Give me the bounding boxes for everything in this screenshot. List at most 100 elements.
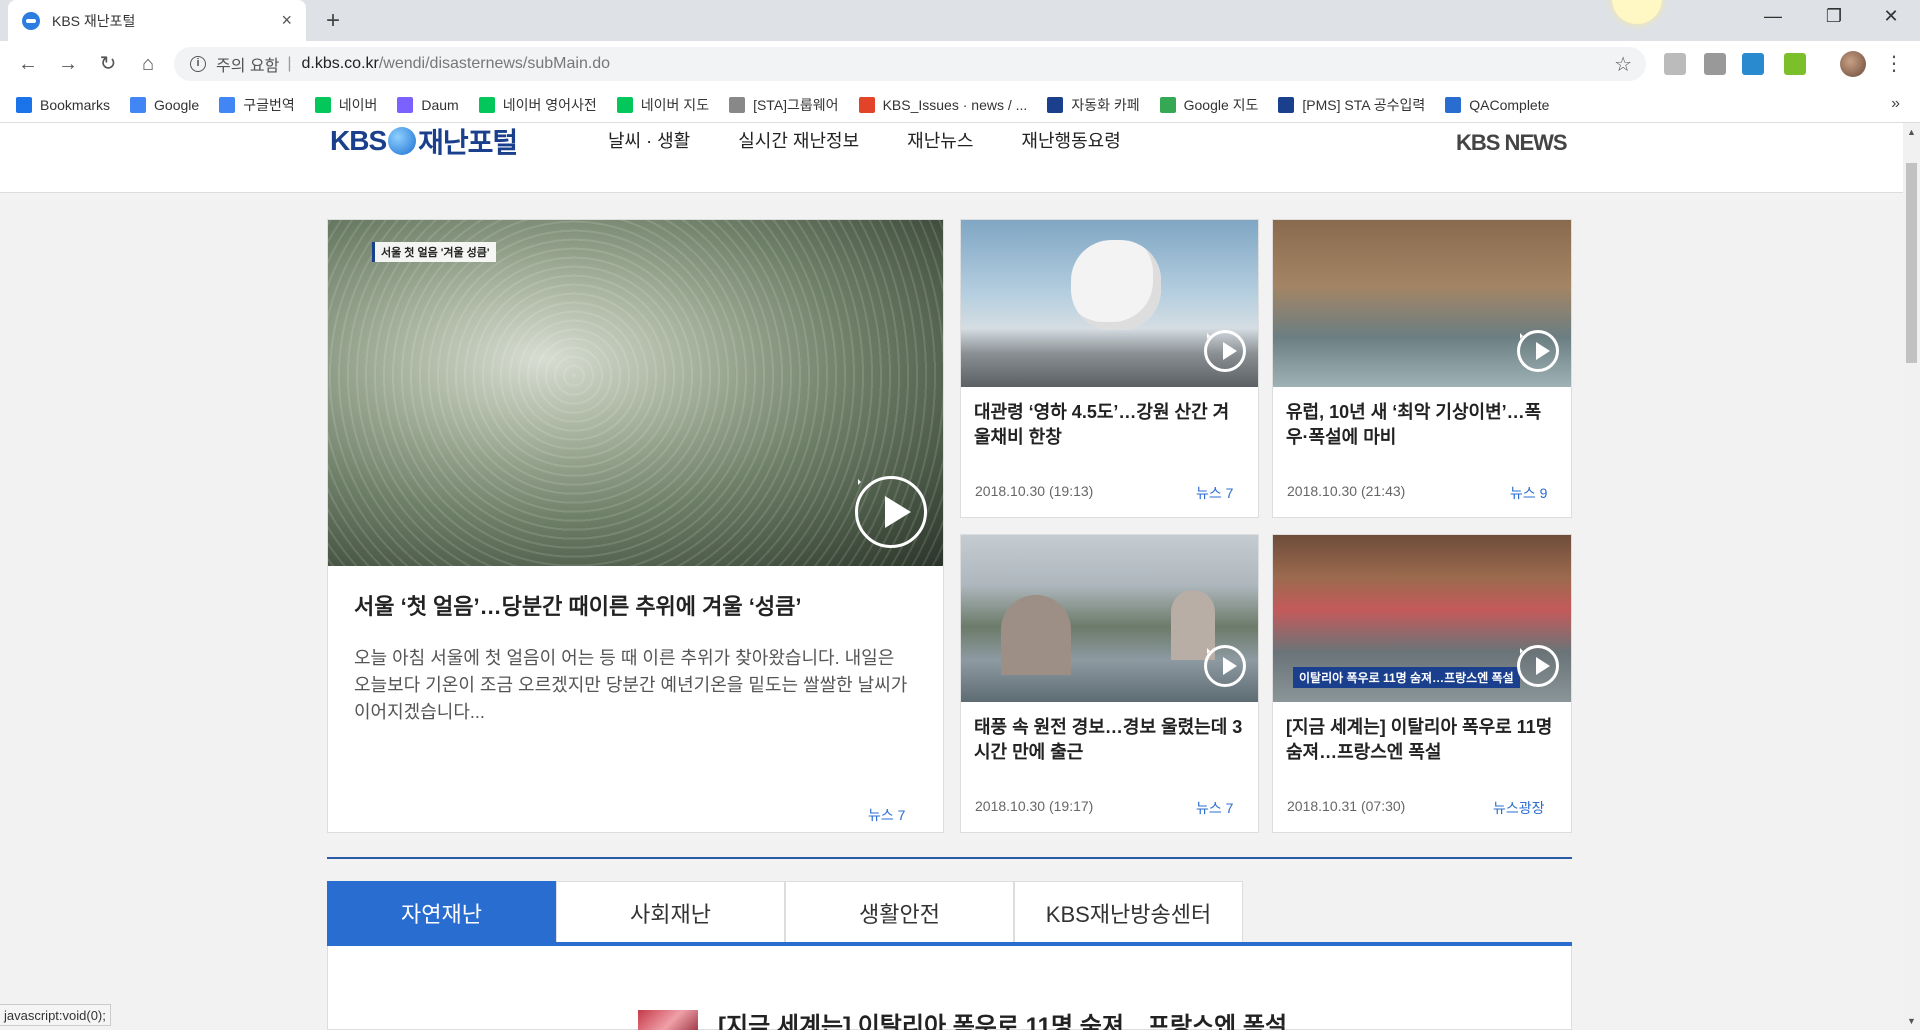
bookmark-item[interactable]: Bookmarks — [16, 96, 110, 113]
bookmark-item[interactable]: [PMS] STA 공수입력 — [1278, 95, 1425, 115]
news-card[interactable]: 대관령 ‘영하 4.5도’…강원 산간 겨울채비 한창 2018.10.30 (… — [960, 219, 1259, 518]
play-icon[interactable] — [1517, 330, 1559, 372]
card-title[interactable]: [지금 세계는] 이탈리아 폭우로 11명 숨져…프랑스엔 폭설 — [1286, 715, 1556, 765]
home-icon[interactable]: ⌂ — [134, 50, 162, 78]
extension-ex-icon[interactable] — [1704, 53, 1726, 75]
tab-close-icon[interactable]: × — [281, 10, 292, 31]
tab-social-disaster[interactable]: 사회재난 — [556, 881, 785, 943]
info-icon[interactable]: i — [190, 56, 206, 72]
featured-desc: 오늘 아침 서울에 첫 얼음이 어는 등 때 이른 추위가 찾아왔습니다. 내일… — [354, 648, 908, 722]
page-scrollbar[interactable]: ▲ ▼ — [1903, 123, 1920, 1030]
featured-news-card[interactable]: 서울 첫 얼음 '겨울 성큼' 서울 ‘첫 얼음’…당분간 때이른 추위에 겨울… — [327, 219, 944, 833]
card-title[interactable]: 대관령 ‘영하 4.5도’…강원 산간 겨울채비 한창 — [974, 400, 1244, 450]
bookmark-item[interactable]: 네이버 지도 — [616, 95, 709, 115]
scroll-thumb[interactable] — [1906, 163, 1917, 363]
nav-weather[interactable]: 날씨 · 생활 — [608, 127, 690, 153]
bookmark-label: [PMS] STA 공수입력 — [1302, 96, 1426, 113]
scroll-down-icon[interactable]: ▼ — [1907, 1016, 1916, 1026]
featured-source[interactable]: 뉴스 7 — [868, 805, 905, 825]
reload-icon[interactable]: ↻ — [94, 50, 122, 78]
featured-caption-badge: 서울 첫 얼음 '겨울 성큼' — [372, 242, 496, 262]
card-thumbnail[interactable] — [1273, 220, 1571, 387]
play-triangle-icon — [1223, 657, 1237, 675]
news-card[interactable]: 태풍 속 원전 경보…경보 울렸는데 3시간 만에 출근 2018.10.30 … — [960, 534, 1259, 833]
bookmark-item[interactable]: KBS_Issues · news / ... — [858, 96, 1028, 113]
minimize-button[interactable]: — — [1750, 6, 1796, 27]
card-source[interactable]: 뉴스 9 — [1510, 483, 1547, 503]
bookmark-label: Daum — [421, 96, 459, 113]
translate-icon — [219, 96, 236, 113]
url-host: d.kbs.co.kr — [301, 55, 379, 72]
bookmark-item[interactable]: Google — [130, 96, 199, 113]
bookmark-label: QAComplete — [1469, 96, 1550, 113]
bookmark-item[interactable]: 구글번역 — [219, 95, 295, 115]
card-title[interactable]: 유럽, 10년 새 ‘최악 기상이변’…폭우·폭설에 마비 — [1286, 400, 1556, 450]
daum-icon — [397, 96, 414, 113]
section-divider — [327, 857, 1572, 859]
news-card[interactable]: 유럽, 10년 새 ‘최악 기상이변’…폭우·폭설에 마비 2018.10.30… — [1272, 219, 1572, 518]
play-icon[interactable] — [1204, 330, 1246, 372]
scroll-up-icon[interactable]: ▲ — [1907, 127, 1916, 137]
restore-button[interactable]: ❐ — [1811, 6, 1857, 27]
bookmark-item[interactable]: [STA]그룹웨어 — [729, 95, 839, 115]
google-maps-icon — [1159, 96, 1176, 113]
nav-news[interactable]: 재난뉴스 — [907, 127, 973, 153]
bookmark-label: 자동화 카페 — [1071, 96, 1140, 113]
card-thumbnail[interactable]: 이탈리아 폭우로 11명 숨져…프랑스엔 폭설 — [1273, 535, 1571, 702]
extension-blue-icon[interactable] — [1742, 53, 1764, 75]
address-bar[interactable]: i 주의 요함 | d.kbs.co.kr /wendi/disasternew… — [174, 47, 1646, 81]
card-title[interactable]: 태풍 속 원전 경보…경보 울렸는데 3시간 만에 출근 — [974, 715, 1244, 765]
profile-avatar[interactable] — [1840, 51, 1866, 77]
bookmark-item[interactable]: Google 지도 — [1159, 95, 1259, 115]
bookmark-item[interactable]: Daum — [397, 96, 459, 113]
card-thumbnail[interactable] — [961, 220, 1258, 387]
card-thumbnail[interactable] — [961, 535, 1258, 702]
card-source[interactable]: 뉴스 7 — [1196, 483, 1233, 503]
tab-kbs-broadcast-center[interactable]: KBS재난방송센터 — [1014, 881, 1243, 943]
status-bar: javascript:void(0); — [0, 1004, 111, 1026]
list-item-thumbnail[interactable] — [638, 1010, 698, 1030]
category-tabs: 자연재난 사회재난 생활안전 KBS재난방송센터 — [327, 881, 1243, 943]
bookmark-item[interactable]: 네이버 영어사전 — [478, 95, 597, 115]
bookmark-label: 구글번역 — [243, 96, 295, 113]
news-card[interactable]: 이탈리아 폭우로 11명 숨져…프랑스엔 폭설 [지금 세계는] 이탈리아 폭우… — [1272, 534, 1572, 833]
list-item-title[interactable]: [지금 세계는] 이탈리아 폭우로 11명 숨져…프랑스엔 폭설 — [718, 1006, 1287, 1030]
bookmark-label: Google 지도 — [1183, 96, 1259, 113]
tab-life-safety[interactable]: 생활안전 — [785, 881, 1014, 943]
nav-guide[interactable]: 재난행동요령 — [1021, 127, 1120, 153]
qacomplete-icon — [1445, 96, 1462, 113]
bookmark-item[interactable]: 네이버 — [314, 95, 378, 115]
extension-icon[interactable] — [1664, 53, 1686, 75]
logo-portal: 재난포털 — [418, 127, 518, 158]
play-icon[interactable] — [1517, 645, 1559, 687]
bookmark-item[interactable]: QAComplete — [1445, 96, 1550, 113]
card-source[interactable]: 뉴스광장 — [1493, 798, 1545, 818]
bookmark-label: KBS_Issues · news / ... — [882, 96, 1028, 113]
kbs-disaster-portal-logo[interactable]: KBS 재난포털 — [330, 123, 518, 159]
extension-green-icon[interactable] — [1784, 53, 1806, 75]
tab-natural-disaster[interactable]: 자연재난 — [327, 881, 556, 943]
card-date: 2018.10.30 (21:43) — [1287, 483, 1406, 499]
bookmarks-overflow-icon[interactable]: » — [1891, 95, 1900, 113]
mascot-figure — [1071, 240, 1161, 330]
pms-icon — [1278, 96, 1295, 113]
new-tab-button[interactable]: + — [326, 7, 340, 35]
main-nav: 날씨 · 생활 실시간 재난정보 재난뉴스 재난행동요령 — [608, 127, 1169, 153]
play-icon[interactable] — [1204, 645, 1246, 687]
featured-title[interactable]: 서울 ‘첫 얼음’…당분간 때이른 추위에 겨울 ‘성큼’ — [354, 592, 924, 623]
forward-icon[interactable]: → — [54, 50, 82, 78]
bookmark-star-icon[interactable]: ☆ — [1614, 52, 1632, 77]
bookmarks-bar: Bookmarks Google 구글번역 네이버 Daum 네이버 영어사전 네이버 지도… — [0, 87, 1920, 123]
back-icon[interactable]: ← — [14, 50, 42, 78]
card-source[interactable]: 뉴스 7 — [1196, 798, 1233, 818]
menu-icon[interactable]: ⋮ — [1884, 51, 1904, 76]
kbs-news-link[interactable]: KBS NEWS — [1456, 130, 1568, 156]
close-window-button[interactable]: ✕ — [1868, 6, 1914, 27]
featured-thumbnail[interactable]: 서울 첫 얼음 '겨울 성큼' — [328, 220, 943, 566]
play-icon[interactable] — [855, 476, 927, 548]
nav-realtime[interactable]: 실시간 재난정보 — [738, 127, 859, 153]
bookmark-label: 네이버 — [338, 96, 378, 113]
site-header: KBS 재난포털 날씨 · 생활 실시간 재난정보 재난뉴스 재난행동요령 KB… — [0, 123, 1903, 193]
bookmark-item[interactable]: 자동화 카페 — [1047, 95, 1140, 115]
browser-tab[interactable]: KBS 재난포털 × — [8, 0, 306, 41]
